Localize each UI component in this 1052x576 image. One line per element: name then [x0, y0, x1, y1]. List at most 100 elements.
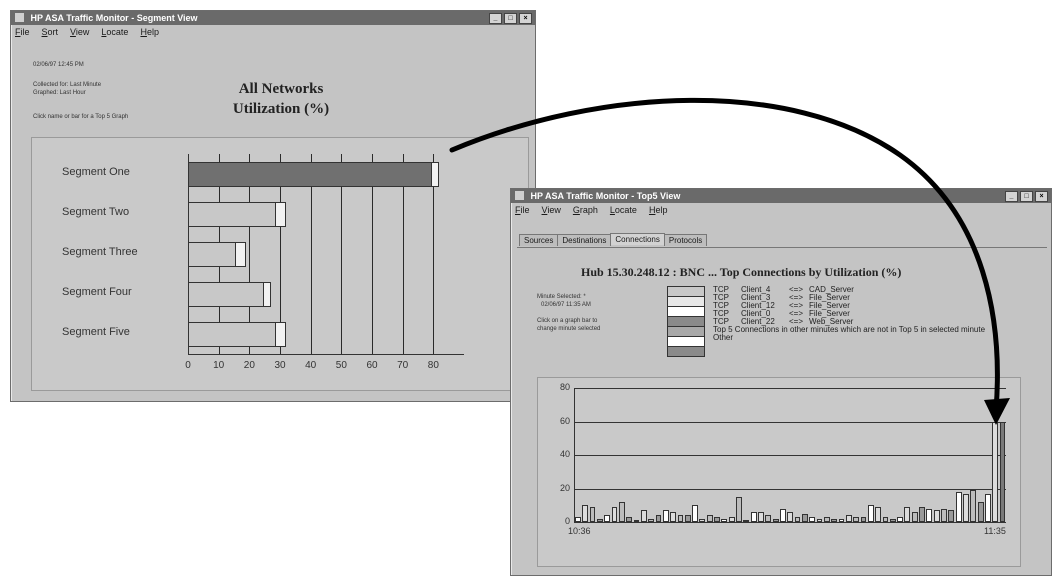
close-button[interactable]: ×: [1035, 191, 1048, 202]
time-bar[interactable]: [904, 506, 911, 522]
time-bar[interactable]: [816, 518, 823, 522]
time-bar[interactable]: [985, 493, 991, 522]
segment-bar[interactable]: [188, 201, 287, 227]
time-bar[interactable]: [648, 518, 655, 522]
minimize-button[interactable]: _: [1005, 191, 1018, 202]
time-bar[interactable]: [926, 508, 933, 522]
menu-view[interactable]: View: [542, 203, 561, 217]
tab-sources[interactable]: Sources: [519, 234, 559, 246]
time-bar[interactable]: [919, 506, 925, 522]
time-bar[interactable]: [831, 518, 838, 522]
time-bar[interactable]: [801, 513, 808, 522]
collected-for-text: Collected for: Last Minute: [33, 82, 102, 88]
time-bar[interactable]: [823, 516, 830, 522]
top5-view-window: HP ASA Traffic Monitor - Top5 View _ □ ×…: [510, 188, 1052, 576]
page: { "segment_window": { "title": "HP ASA T…: [0, 0, 1052, 576]
time-bar[interactable]: [794, 516, 801, 522]
x-tick-label: 0: [185, 360, 191, 371]
time-bar[interactable]: [860, 516, 867, 522]
menu-help[interactable]: Help: [649, 203, 668, 217]
x-tick-label: 50: [335, 360, 347, 371]
time-bar[interactable]: [743, 520, 750, 523]
time-bar[interactable]: [758, 511, 764, 522]
time-bar[interactable]: [780, 508, 786, 522]
menu-file[interactable]: File: [515, 203, 530, 217]
time-bar[interactable]: [889, 518, 896, 522]
menu-locate[interactable]: Locate: [101, 25, 128, 39]
legend-other-text: Top 5 Connections in other minutes which…: [713, 325, 986, 334]
time-bar[interactable]: [589, 506, 596, 522]
time-bar[interactable]: [604, 515, 611, 522]
time-bar[interactable]: [721, 518, 728, 522]
close-button[interactable]: ×: [519, 13, 532, 24]
time-bar[interactable]: [853, 516, 860, 522]
time-bar[interactable]: [750, 511, 757, 522]
menu-locate[interactable]: Locate: [610, 203, 637, 217]
time-bar[interactable]: [867, 505, 874, 522]
tab-destinations[interactable]: Destinations: [557, 234, 612, 246]
time-bar[interactable]: [626, 516, 633, 522]
segment-bar[interactable]: [188, 281, 271, 307]
time-bar[interactable]: [999, 421, 1006, 522]
time-bar[interactable]: [787, 511, 794, 522]
segment-bar[interactable]: [188, 321, 287, 347]
segment-label[interactable]: Segment Four: [62, 286, 132, 298]
menu-file[interactable]: File: [15, 25, 30, 39]
gridline: [574, 388, 1006, 389]
segment-bar[interactable]: [188, 241, 247, 267]
time-bar[interactable]: [618, 501, 625, 522]
time-bar[interactable]: [692, 505, 698, 522]
graph-hint-line2: change minute selected: [537, 326, 601, 332]
time-bar[interactable]: [955, 491, 962, 522]
time-bar[interactable]: [911, 511, 918, 522]
time-bar[interactable]: [809, 516, 816, 522]
time-bar[interactable]: [948, 510, 955, 522]
tab-connections[interactable]: Connections: [610, 233, 665, 245]
time-bar[interactable]: [963, 493, 969, 522]
segment-bar[interactable]: [188, 161, 440, 187]
gridline: [574, 421, 1006, 423]
minimize-button[interactable]: _: [489, 13, 502, 24]
segment-window-titlebar[interactable]: HP ASA Traffic Monitor - Segment View _ …: [11, 11, 535, 25]
time-bar[interactable]: [670, 511, 676, 522]
time-bar[interactable]: [714, 516, 720, 522]
menu-help[interactable]: Help: [140, 25, 159, 39]
maximize-button[interactable]: □: [1020, 191, 1033, 202]
time-bar[interactable]: [662, 510, 669, 522]
time-bar[interactable]: [897, 516, 903, 522]
time-bar[interactable]: [838, 518, 845, 522]
time-bar[interactable]: [941, 508, 947, 522]
time-bar[interactable]: [845, 515, 852, 522]
time-bar[interactable]: [684, 515, 691, 522]
time-bar[interactable]: [933, 510, 940, 522]
time-bar[interactable]: [728, 516, 735, 522]
top5-window-titlebar[interactable]: HP ASA Traffic Monitor - Top5 View _ □ ×: [511, 189, 1051, 203]
tab-protocols[interactable]: Protocols: [663, 234, 708, 246]
time-bar[interactable]: [736, 496, 742, 522]
time-bar[interactable]: [970, 490, 977, 522]
segment-label[interactable]: Segment Three: [62, 246, 138, 258]
time-bar[interactable]: [677, 515, 684, 522]
time-bar[interactable]: [706, 515, 713, 522]
time-bar[interactable]: [611, 506, 618, 522]
menu-view[interactable]: View: [70, 25, 89, 39]
time-bar[interactable]: [992, 421, 999, 522]
time-bar[interactable]: [640, 510, 647, 522]
time-bar[interactable]: [582, 505, 589, 522]
segment-label[interactable]: Segment Five: [62, 326, 130, 338]
time-bar[interactable]: [633, 520, 640, 523]
maximize-button[interactable]: □: [504, 13, 517, 24]
menu-graph[interactable]: Graph: [573, 203, 598, 217]
time-bar[interactable]: [765, 515, 772, 522]
time-bar[interactable]: [596, 518, 603, 522]
segment-label[interactable]: Segment Two: [62, 206, 129, 218]
time-bar[interactable]: [882, 516, 889, 522]
time-bar[interactable]: [699, 518, 706, 522]
time-bar[interactable]: [655, 515, 662, 522]
time-bar[interactable]: [772, 518, 779, 522]
time-bar[interactable]: [977, 501, 984, 522]
time-bar[interactable]: [575, 516, 581, 522]
menu-sort[interactable]: Sort: [42, 25, 59, 39]
time-bar[interactable]: [875, 506, 882, 522]
segment-label[interactable]: Segment One: [62, 166, 130, 178]
